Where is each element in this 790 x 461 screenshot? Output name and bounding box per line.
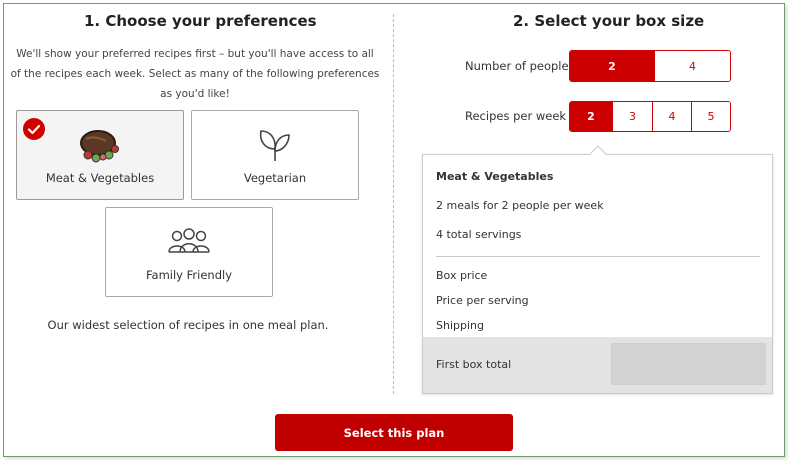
summary-servings-line: 4 total servings <box>436 228 522 241</box>
select-plan-button[interactable]: Select this plan <box>275 414 513 451</box>
box-price-label: Box price <box>436 269 488 282</box>
recipes-option-2[interactable]: 2 <box>570 102 612 131</box>
recipes-label: Recipes per week <box>465 109 567 123</box>
first-box-total-label: First box total <box>436 358 512 371</box>
recipes-option-3[interactable]: 3 <box>612 102 652 131</box>
order-summary-panel: Meat & Vegetables 2 meals for 2 people p… <box>422 154 773 394</box>
preferences-intro: We'll show your preferred recipes first … <box>10 48 380 100</box>
shipping-label: Shipping <box>436 319 484 332</box>
preference-card-vegetarian[interactable]: Vegetarian <box>191 110 359 200</box>
preference-label: Family Friendly <box>145 268 233 282</box>
recipes-option-5[interactable]: 5 <box>691 102 730 131</box>
price-per-serving-label: Price per serving <box>436 294 529 307</box>
people-option-4[interactable]: 4 <box>654 51 730 81</box>
first-box-total-bar: First box total <box>423 337 772 393</box>
summary-separator <box>436 256 760 257</box>
box-size-title: 2. Select your box size <box>513 12 705 30</box>
recipes-option-4[interactable]: 4 <box>652 102 691 131</box>
preference-label: Meat & Vegetables <box>45 171 155 185</box>
people-label: Number of people <box>465 59 569 73</box>
leaf-icon <box>255 125 295 169</box>
column-divider <box>393 14 394 394</box>
people-selector: 2 4 <box>569 50 731 82</box>
preference-card-family-friendly[interactable]: Family Friendly <box>105 207 273 297</box>
family-icon <box>167 226 211 262</box>
meat-vegetables-icon <box>76 125 124 169</box>
people-option-2[interactable]: 2 <box>570 51 654 81</box>
preferences-title: 1. Choose your preferences <box>84 12 317 30</box>
preference-label: Vegetarian <box>243 171 307 185</box>
plan-tagline: Our widest selection of recipes in one m… <box>47 318 329 332</box>
checkmark-icon <box>23 118 45 140</box>
preference-card-meat-vegetables[interactable]: Meat & Vegetables <box>16 110 184 200</box>
summary-meals-line: 2 meals for 2 people per week <box>436 199 604 212</box>
summary-plan-name: Meat & Vegetables <box>436 170 554 183</box>
first-box-total-value <box>611 343 766 385</box>
recipes-selector: 2 3 4 5 <box>569 101 731 132</box>
